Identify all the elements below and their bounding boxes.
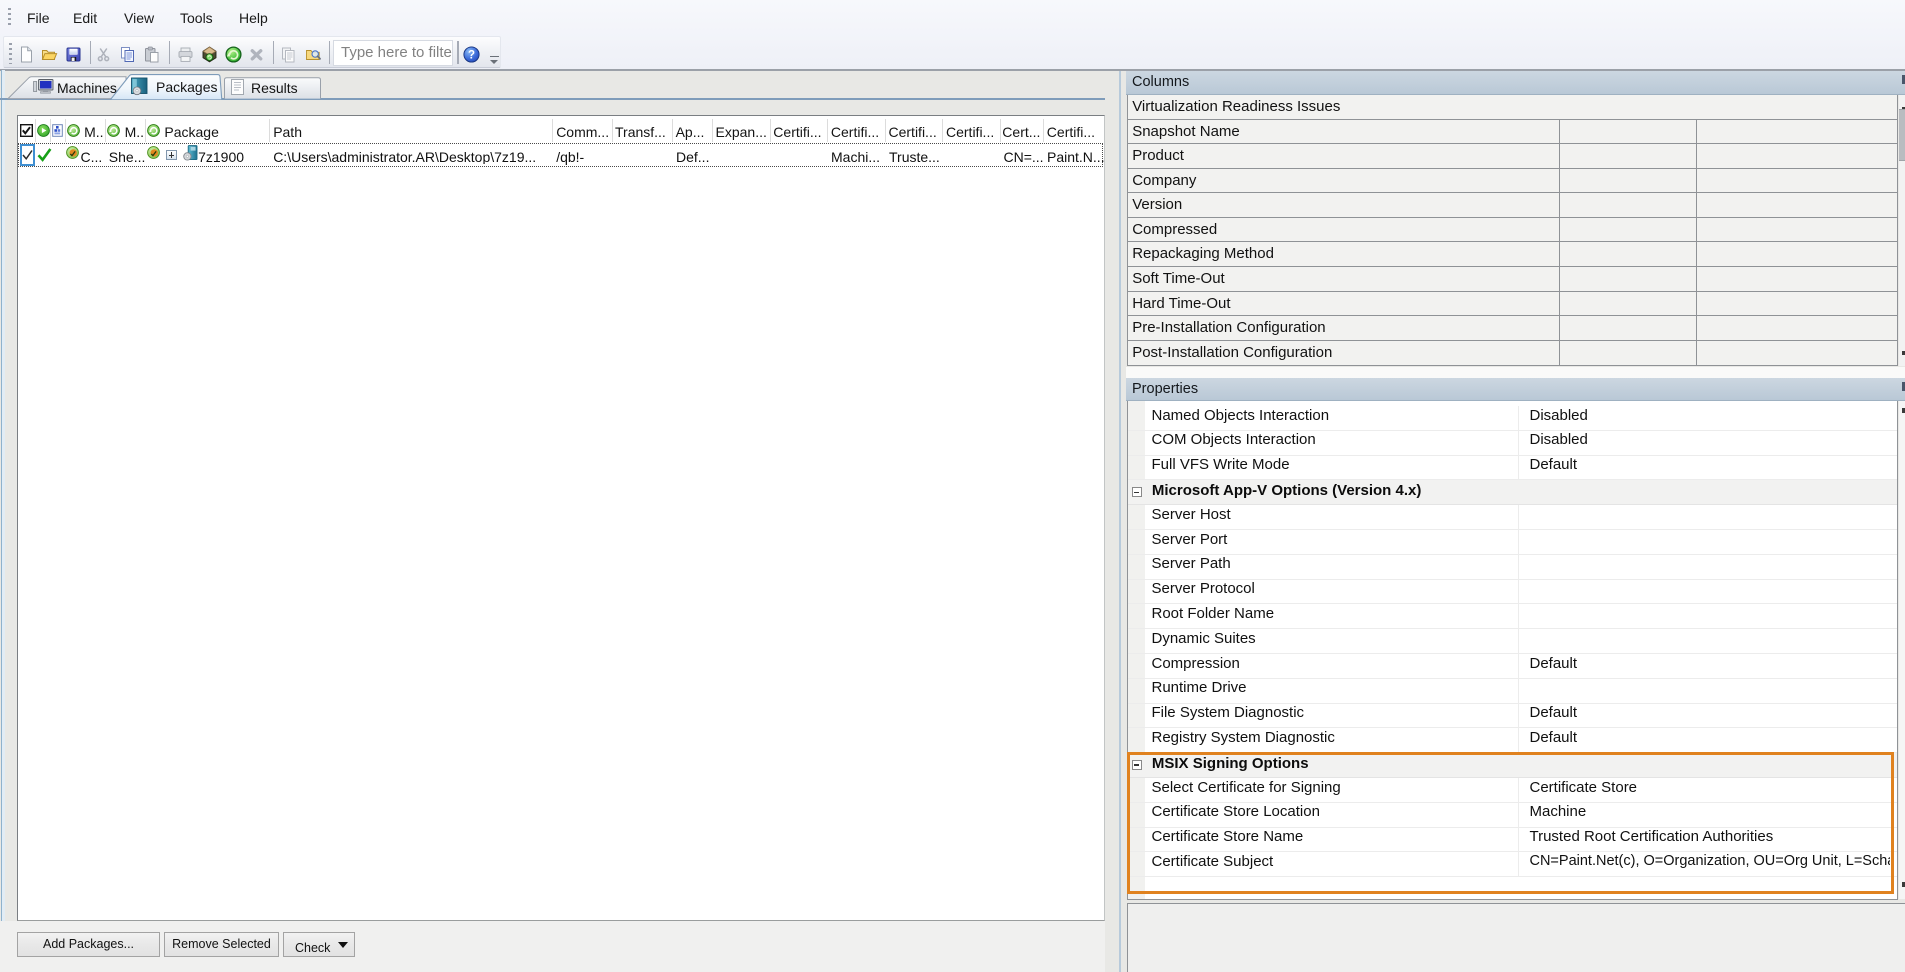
svg-text:Machines: Machines [57, 80, 117, 96]
svg-text:?: ? [468, 50, 475, 62]
